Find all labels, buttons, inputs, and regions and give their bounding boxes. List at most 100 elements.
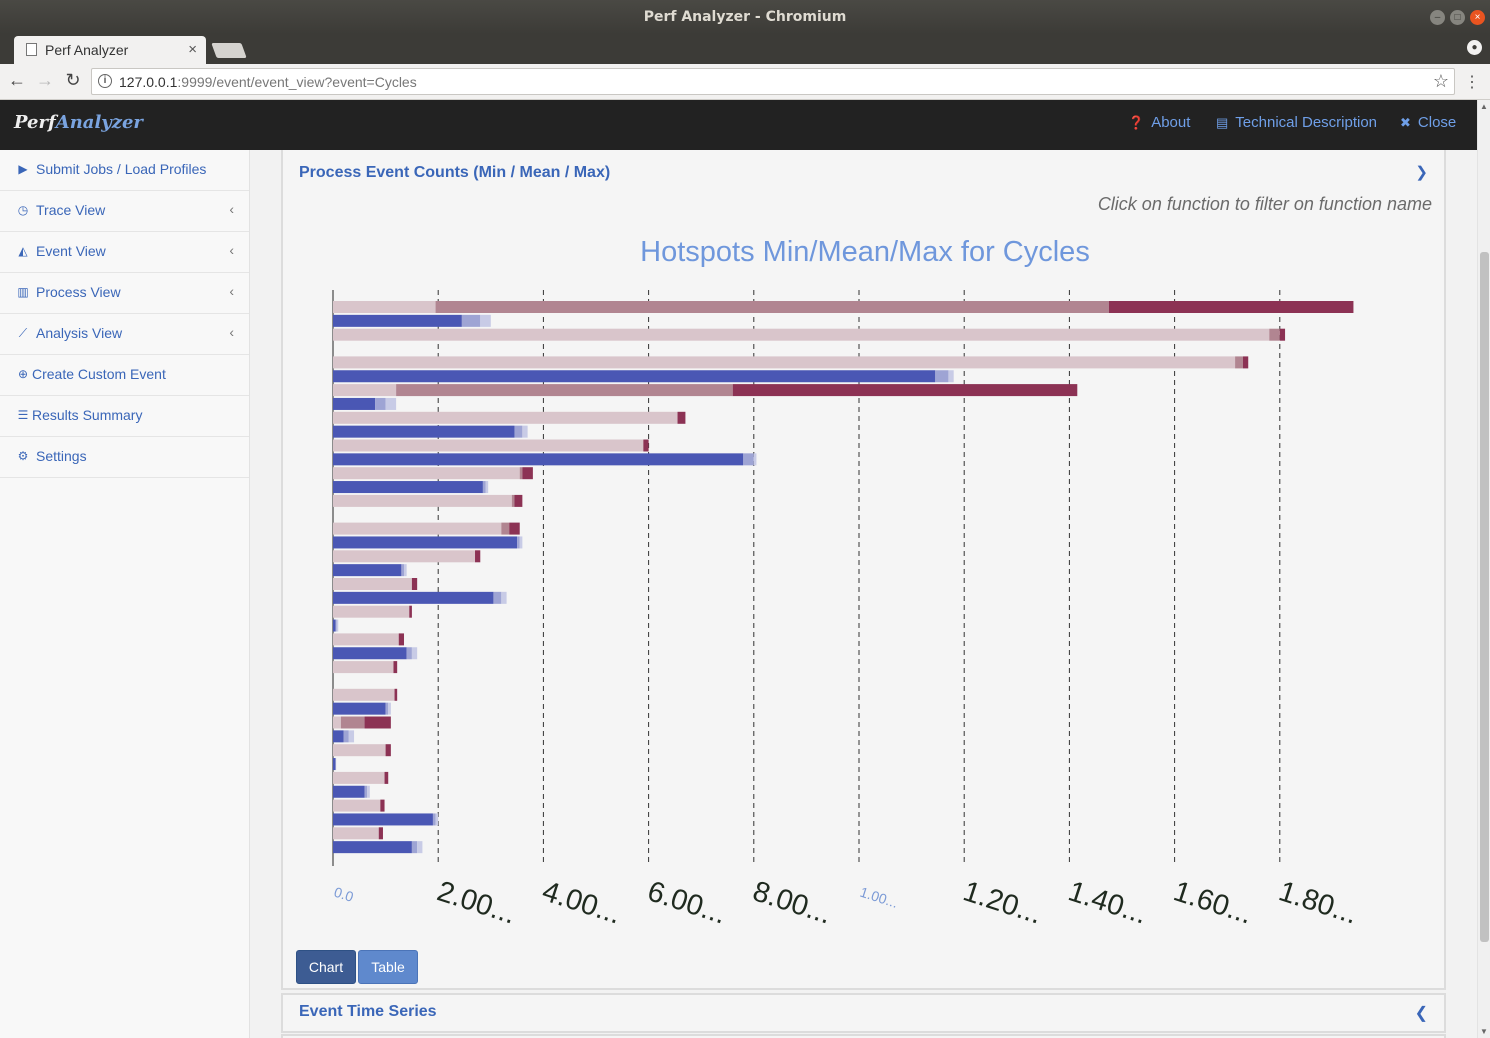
x-tick-label: 1.60... [1170,875,1257,930]
profile-icon[interactable]: ● [1467,40,1482,55]
bar-max [677,411,686,424]
chevron-down-icon[interactable]: ❯ [1415,163,1428,181]
panel-title[interactable]: Event Time Series [299,1003,437,1021]
bar-mean [375,397,386,410]
bar-max [480,314,491,327]
panel-title[interactable]: Process Event Counts (Min / Mean / Max) [299,164,610,182]
hotspots-chart: Hotspots Min/Mean/Max for Cycles 0.0 2.00.… [332,236,1361,931]
browser-menu-icon[interactable]: ⋮ [1464,72,1480,92]
maximize-icon[interactable]: □ [1450,10,1465,25]
sidebar-item-submit-jobs[interactable]: ▶ Submit Jobs / Load Profiles [0,150,249,191]
scroll-up-icon[interactable]: ▲ [1480,102,1488,111]
sidebar-item-analysis-view[interactable]: ⟋ Analysis View ‹ [0,314,249,355]
reload-icon[interactable]: ↻ [63,70,83,91]
page-icon [26,43,37,56]
new-tab-button[interactable] [211,43,247,58]
url-text[interactable]: 127.0.0.1:9999/event/event_view?event=Cy… [119,74,417,90]
clock-icon: ◷ [17,203,29,217]
scrollbar-thumb[interactable] [1480,252,1489,942]
bar-mean [385,702,389,715]
sidebar-item-label: Settings [36,448,87,464]
table-button[interactable]: Table [358,950,418,984]
bar-min [333,370,936,383]
technical-description-link[interactable]: ▤ Technical Description [1216,114,1377,131]
bar-max [1279,328,1286,341]
window-close-icon[interactable]: × [1470,10,1485,25]
bar-min [333,384,397,397]
filter-hint: Click on function to filter on function … [1097,194,1432,214]
gear-icon: ⚙ [17,449,29,463]
bar-max [367,785,370,798]
bar-min [333,716,341,729]
x-tick-label: 1.20... [959,875,1046,930]
back-arrow-icon[interactable]: ← [7,70,27,91]
bar-min [333,785,365,798]
browser-tab[interactable]: Perf Analyzer × [14,36,206,64]
window-titlebar: Perf Analyzer - Chromium – □ × [0,0,1490,34]
bar-mean [1269,328,1280,341]
bar-mean [340,716,365,729]
bar-max [393,661,398,674]
bar-min [333,439,644,452]
bar-max [380,799,385,812]
bar-min [333,578,412,590]
sidebar-item-create-custom-event[interactable]: ⊕ Create Custom Event [0,355,249,396]
forward-arrow-icon[interactable]: → [35,70,55,91]
scroll-down-icon[interactable]: ▼ [1480,1027,1488,1036]
bar-max [948,370,954,383]
sidebar-item-label: Event View [36,243,106,259]
chevron-left-icon: ‹ [229,201,234,217]
app-header: PerfAnalyzer ❓ About ▤ Technical Descripti… [0,100,1478,150]
bar-max [398,633,405,646]
bar-max [411,647,418,660]
bar-max [384,771,389,784]
brand-part1: Perf [14,112,56,133]
bookmark-star-icon[interactable]: ☆ [1433,71,1449,92]
bar-min [333,758,336,771]
bar-max [364,716,391,729]
bar-max [519,536,523,549]
bar-mean [343,730,349,743]
window-title: Perf Analyzer - Chromium [643,9,847,25]
bar-max [411,578,418,590]
bar-max [522,425,528,438]
bar-min [333,314,462,327]
bar-mean [461,314,481,327]
bar-min [333,522,502,535]
bar-min [333,744,386,757]
bar-max [509,522,520,535]
process-event-counts-panel: Process Event Counts (Min / Mean / Max) … [281,150,1446,990]
chevron-left-icon: ‹ [229,324,234,340]
sidebar-item-settings[interactable]: ⚙ Settings [0,437,249,478]
bar-max [385,397,397,410]
brand-logo[interactable]: PerfAnalyzer [14,112,143,133]
bar-max [335,758,337,771]
line-chart-icon: ⟋ [18,326,28,340]
tab-close-icon[interactable]: × [188,41,197,58]
bar-max [501,591,507,604]
about-link[interactable]: ❓ About [1128,114,1190,131]
bar-max [378,827,383,840]
bar-mean [435,301,1109,313]
bar-mean [493,591,502,604]
sidebar-item-trace-view[interactable]: ◷ Trace View ‹ [0,191,249,232]
minimize-icon[interactable]: – [1430,10,1445,25]
sidebar-item-label: Create Custom Event [32,366,166,382]
chevron-left-icon: ‹ [229,242,234,258]
bar-max [404,564,407,577]
page-scrollbar[interactable]: ▲ ▼ [1477,100,1490,1038]
sidebar-item-event-view[interactable]: ◭ Event View ‹ [0,232,249,273]
chart-button[interactable]: Chart [296,950,356,984]
bar-mean [517,536,520,549]
bar-max [732,384,1078,397]
bar-max [753,453,757,466]
sidebar-item-process-view[interactable]: ▥ Process View ‹ [0,273,249,314]
chevron-left-icon[interactable]: ❮ [1415,1003,1428,1023]
address-bar[interactable]: i 127.0.0.1:9999/event/event_view?event=… [91,68,1455,95]
x-tick-label: 8.00... [749,875,836,930]
next-panel-edge [281,1034,1446,1038]
info-icon[interactable]: i [98,74,112,88]
sidebar-item-results-summary[interactable]: ☰ Results Summary [0,396,249,437]
bar-min [333,827,379,840]
close-link[interactable]: ✖ Close [1400,114,1456,131]
